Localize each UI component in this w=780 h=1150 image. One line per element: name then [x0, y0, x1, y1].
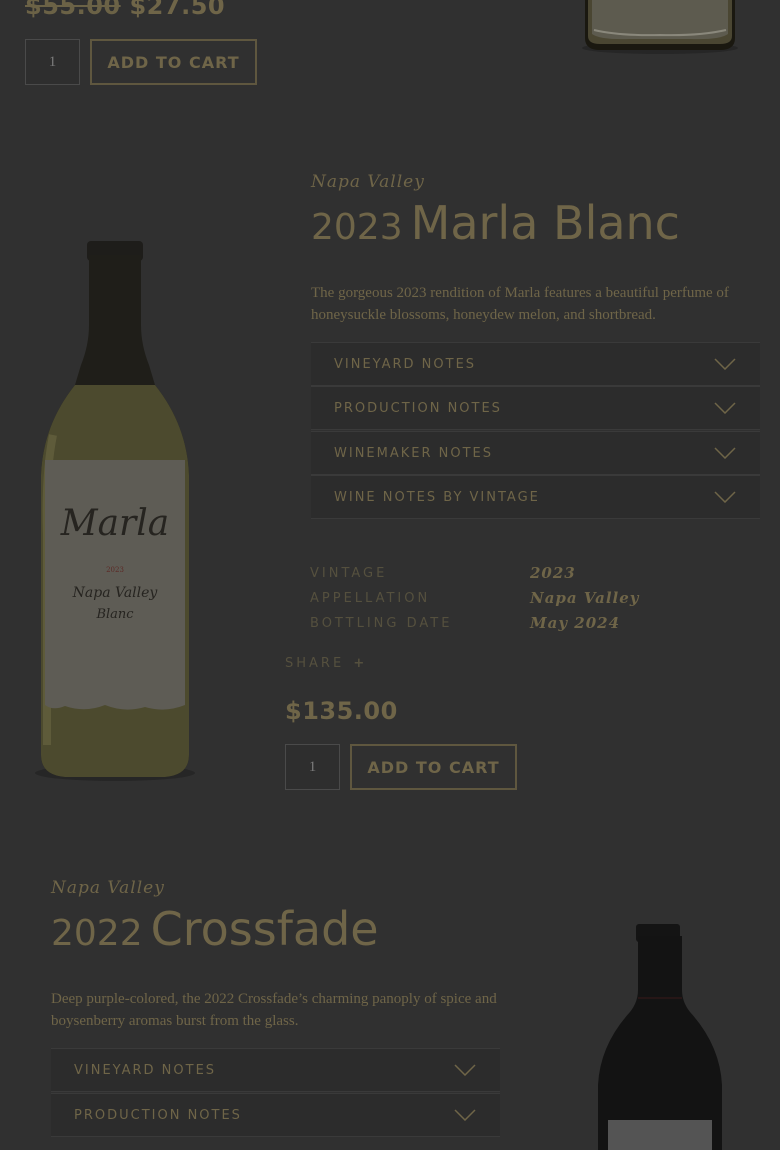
chevron-down-icon	[454, 1064, 476, 1076]
chevron-down-icon	[714, 358, 736, 370]
wine-bottle-image	[582, 0, 738, 54]
wine-vintage-year: 2023	[311, 207, 403, 248]
chevron-down-icon	[714, 402, 736, 414]
accordion-production-notes[interactable]: PRODUCTION NOTES	[51, 1093, 500, 1137]
accordion-label: WINEMAKER NOTES	[334, 445, 494, 461]
accordion-label: VINEYARD NOTES	[334, 356, 477, 372]
sale-price: $27.50	[129, 0, 226, 20]
wine-name: Marla Blanc	[410, 196, 680, 250]
add-to-cart-button[interactable]: ADD TO CART	[90, 39, 257, 85]
wine-description: The gorgeous 2023 rendition of Marla fea…	[311, 285, 729, 323]
accordion-vineyard-notes[interactable]: VINEYARD NOTES	[311, 342, 760, 386]
chevron-down-icon	[454, 1109, 476, 1121]
wine-description: Deep purple-colored, the 2022 Crossfade’…	[51, 991, 497, 1029]
share-button[interactable]: SHARE +	[285, 656, 367, 671]
spec-value-vintage: 2023	[530, 564, 576, 582]
original-price: $55.00	[25, 0, 121, 20]
wine-bottle-image: Marla 2023 Napa Valley Blanc	[35, 241, 195, 781]
wine-region: Napa Valley	[311, 172, 425, 192]
spec-label-appellation: APPELLATION	[310, 591, 431, 606]
spec-value-appellation: Napa Valley	[530, 589, 640, 607]
spec-label-vintage: VINTAGE	[310, 566, 388, 581]
chevron-down-icon	[714, 447, 736, 459]
spec-value-bottling-date: May 2024	[530, 614, 621, 632]
quantity-input[interactable]: 1	[285, 744, 340, 790]
wine-price: $135.00	[285, 697, 398, 725]
accordion-winemaker-notes[interactable]: WINEMAKER NOTES	[311, 431, 760, 475]
accordion-production-notes[interactable]: PRODUCTION NOTES	[311, 386, 760, 430]
chevron-down-icon	[714, 491, 736, 503]
wine-name: Crossfade	[150, 902, 379, 956]
accordion-label: PRODUCTION NOTES	[334, 400, 502, 416]
wine-title: 2022 Crossfade	[51, 902, 379, 956]
accordion-vineyard-notes[interactable]: VINEYARD NOTES	[51, 1048, 500, 1092]
bottle-label-year: 2023	[106, 566, 124, 574]
wine-region: Napa Valley	[51, 878, 165, 898]
bottle-label-type: Blanc	[95, 607, 134, 622]
accordion-label: WINE NOTES BY VINTAGE	[334, 489, 540, 505]
wine-bottle-image	[598, 924, 722, 1150]
bottle-label-script: Marla	[60, 503, 170, 544]
spec-label-bottling-date: BOTTLING DATE	[310, 616, 453, 631]
share-label: SHARE	[285, 656, 345, 671]
top-price: $55.00 $27.50	[25, 0, 225, 20]
accordion-wine-notes-by-vintage[interactable]: WINE NOTES BY VINTAGE	[311, 475, 760, 519]
bottle-label-region: Napa Valley	[72, 585, 159, 601]
wine-title: 2023 Marla Blanc	[311, 196, 680, 250]
quantity-input[interactable]: 1	[25, 39, 80, 85]
accordion-label: VINEYARD NOTES	[74, 1062, 217, 1078]
add-to-cart-button[interactable]: ADD TO CART	[350, 744, 517, 790]
accordion-label: PRODUCTION NOTES	[74, 1107, 242, 1123]
plus-icon: +	[353, 656, 368, 671]
wine-vintage-year: 2022	[51, 913, 143, 954]
